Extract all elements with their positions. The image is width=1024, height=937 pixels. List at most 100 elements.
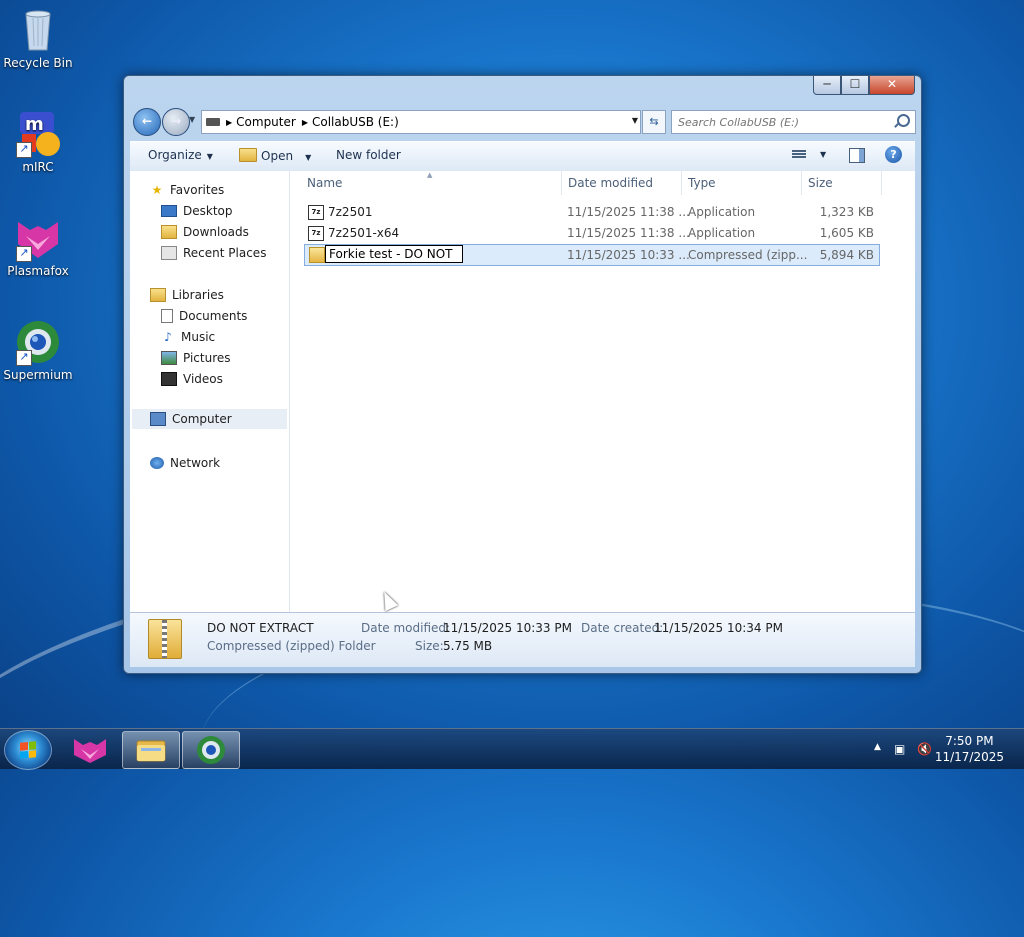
- start-button[interactable]: [4, 730, 52, 770]
- column-divider[interactable]: [561, 171, 562, 195]
- desktop-icon-plasmafox[interactable]: ↗ Plasmafox: [0, 214, 76, 278]
- music-note-icon: ♪: [164, 330, 172, 344]
- column-divider[interactable]: [681, 171, 682, 195]
- nav-label: Desktop: [183, 204, 233, 218]
- nav-label: Libraries: [172, 288, 224, 302]
- mirc-icon: m ↗: [14, 110, 62, 158]
- organize-button[interactable]: Organize ▼: [148, 148, 213, 162]
- column-header-size[interactable]: Size: [808, 176, 833, 190]
- refresh-button[interactable]: ⇆: [642, 110, 666, 134]
- search-input[interactable]: [676, 111, 890, 133]
- back-button[interactable]: ←: [133, 108, 161, 136]
- nav-recent-places[interactable]: Recent Places: [161, 246, 266, 260]
- desktop-icon-supermium[interactable]: ↗ Supermium: [0, 318, 76, 382]
- column-header-date-modified[interactable]: Date modified: [568, 176, 653, 190]
- show-hidden-icons-icon[interactable]: ▲: [874, 742, 881, 752]
- taskbar-plasmafox[interactable]: [62, 731, 118, 767]
- nav-videos[interactable]: Videos: [161, 372, 223, 386]
- 7zip-app-icon: 7z: [308, 205, 324, 220]
- nav-desktop[interactable]: Desktop: [161, 204, 233, 218]
- navigation-pane: ★ Favorites Desktop Downloads Recent Pla…: [130, 171, 290, 612]
- table-row[interactable]: 7z 7z2501-x64 11/15/2025 11:38 ... Appli…: [304, 223, 878, 243]
- chevron-down-icon[interactable]: ▼: [305, 153, 311, 162]
- desktop-icon-label: mIRC: [22, 160, 54, 174]
- caption-buttons: ─ ☐ ✕: [813, 76, 915, 96]
- details-size-value: 5.75 MB: [443, 639, 493, 653]
- nav-music[interactable]: ♪ Music: [161, 330, 215, 344]
- shortcut-arrow-icon: ↗: [16, 142, 32, 158]
- recent-pages-dropdown[interactable]: ▼: [189, 115, 195, 124]
- pictures-icon: [161, 351, 177, 365]
- open-label: Open: [261, 149, 294, 163]
- supermium-icon: ↗: [14, 318, 62, 366]
- address-bar[interactable]: ▶ Computer ▶ CollabUSB (E:) ▼: [201, 110, 641, 134]
- nav-network[interactable]: Network: [150, 456, 220, 470]
- libraries-icon: [150, 288, 166, 302]
- search-icon[interactable]: [897, 114, 910, 127]
- column-header-name[interactable]: Name: [307, 176, 342, 190]
- desktop-icon-label: Recycle Bin: [3, 56, 73, 70]
- nav-favorites[interactable]: ★ Favorites: [150, 183, 225, 197]
- sort-ascending-icon: ▲: [427, 171, 433, 179]
- file-type: Application: [688, 205, 756, 219]
- minimize-button[interactable]: ─: [813, 76, 841, 95]
- taskbar-explorer[interactable]: [122, 731, 180, 769]
- nav-libraries[interactable]: Libraries: [150, 288, 224, 302]
- desktop-icon: [161, 205, 177, 217]
- details-size-label: Size:: [415, 639, 444, 653]
- nav-pictures[interactable]: Pictures: [161, 351, 231, 365]
- maximize-button[interactable]: ☐: [841, 76, 869, 95]
- network-icon: [150, 457, 164, 469]
- shortcut-arrow-icon: ↗: [16, 350, 32, 366]
- preview-pane-icon[interactable]: [849, 148, 865, 163]
- details-kind: Compressed (zipped) Folder: [207, 639, 376, 653]
- desktop-icon-recycle-bin[interactable]: Recycle Bin: [0, 6, 76, 70]
- table-row[interactable]: 7z 7z2501 11/15/2025 11:38 ... Applicati…: [304, 202, 878, 222]
- zip-folder-large-icon: [148, 619, 182, 659]
- column-header-type[interactable]: Type: [688, 176, 716, 190]
- nav-label: Network: [170, 456, 221, 470]
- view-options-icon[interactable]: [792, 149, 806, 161]
- breadcrumb-computer[interactable]: Computer: [236, 115, 296, 129]
- rename-field[interactable]: [325, 245, 463, 263]
- help-icon[interactable]: ?: [885, 146, 902, 163]
- new-folder-button[interactable]: New folder: [336, 148, 401, 162]
- details-modified-value: 11/15/2025 10:33 PM: [443, 621, 572, 635]
- windows-logo-icon: [20, 741, 36, 759]
- open-button[interactable]: Open ▼: [239, 148, 311, 163]
- documents-icon: [161, 309, 173, 323]
- column-divider[interactable]: [881, 171, 882, 195]
- downloads-folder-icon: [161, 225, 177, 239]
- nav-downloads[interactable]: Downloads: [161, 225, 249, 239]
- file-type: Application: [688, 226, 756, 240]
- close-button[interactable]: ✕: [869, 76, 915, 95]
- nav-computer[interactable]: Computer: [132, 409, 287, 429]
- file-size: 1,605 KB: [819, 226, 874, 240]
- breadcrumb-drive[interactable]: CollabUSB (E:): [312, 115, 399, 129]
- address-dropdown-icon[interactable]: ▼: [632, 116, 638, 125]
- column-divider[interactable]: [801, 171, 802, 195]
- chevron-down-icon[interactable]: ▼: [820, 150, 826, 159]
- details-created-label: Date created:: [581, 621, 664, 635]
- file-date: 11/15/2025 10:33 ...: [567, 248, 690, 262]
- nav-label: Documents: [179, 309, 248, 323]
- clock[interactable]: 7:50 PM 11/17/2025: [935, 733, 1004, 765]
- breadcrumb-separator-icon[interactable]: ▶: [226, 118, 232, 127]
- file-name: 7z2501: [328, 205, 373, 219]
- breadcrumb-separator-icon[interactable]: ▶: [302, 118, 308, 127]
- file-list: ▲ Name Date modified Type Size 7z 7z2501…: [290, 171, 915, 612]
- nav-documents[interactable]: Documents: [161, 309, 247, 323]
- network-status-icon[interactable]: ▣: [894, 742, 905, 756]
- table-row[interactable]: 11/15/2025 10:33 ... Compressed (zipp...…: [304, 244, 880, 266]
- desktop-icon-mirc[interactable]: m ↗ mIRC: [0, 110, 76, 174]
- forward-button[interactable]: →: [162, 108, 190, 136]
- clock-time: 7:50 PM: [945, 734, 994, 748]
- explorer-window: ─ ☐ ✕ ← → ▼ ▶ Computer ▶ CollabUSB (E:) …: [123, 75, 922, 674]
- videos-icon: [161, 372, 177, 386]
- folder-icon: [239, 148, 257, 162]
- volume-muted-icon[interactable]: 🔇: [917, 742, 932, 756]
- taskbar-supermium[interactable]: [182, 731, 240, 769]
- file-name: 7z2501-x64: [328, 226, 400, 240]
- nav-label: Favorites: [170, 183, 225, 197]
- search-box[interactable]: [671, 110, 916, 134]
